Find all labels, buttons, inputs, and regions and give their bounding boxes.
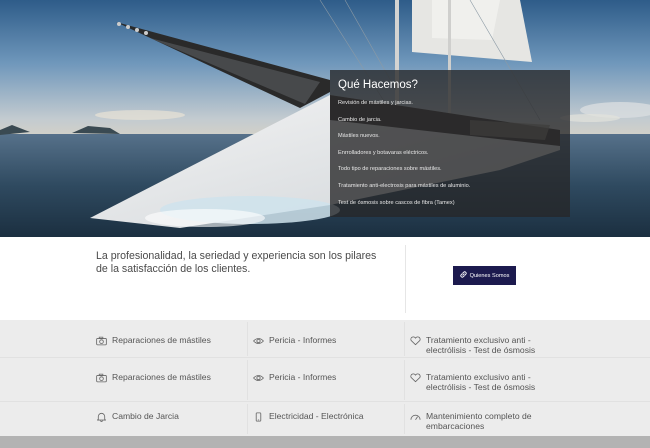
service-label: Reparaciones de mástiles	[112, 372, 211, 382]
bell-icon	[96, 413, 107, 422]
service-item[interactable]: Pericia - Informes	[253, 335, 336, 346]
heart-icon	[410, 336, 421, 346]
service-label: Electricidad - Electrónica	[269, 411, 364, 421]
service-label: Pericia - Informes	[269, 372, 337, 382]
about-us-button[interactable]: Quienes Somos	[453, 266, 516, 285]
what-we-do-panel: Qué Hacemos? Revisión de mástiles y jarc…	[330, 70, 570, 217]
hero-banner: Qué Hacemos? Revisión de mástiles y jarc…	[0, 0, 650, 237]
services-list: Revisión de mástiles y jarcias. Cambio d…	[338, 95, 562, 211]
eye-icon	[253, 375, 264, 381]
service-label: Tratamiento exclusivo anti - electrólisi…	[426, 335, 536, 356]
tagline-text: La profesionalidad, la seriedad y experi…	[96, 250, 377, 275]
services-row: Cambio de Jarcia Electricidad - Electrón…	[0, 402, 650, 438]
service-item[interactable]: Tratamiento exclusivo anti - electrólisi…	[410, 372, 560, 392]
list-item: Cambio de jarcia.	[338, 116, 382, 123]
divider	[247, 404, 248, 434]
list-item: Test de ósmosis sobre cascos de fibra (T…	[338, 199, 455, 206]
divider	[247, 322, 248, 356]
service-item[interactable]: Mantenimiento completo de embarcaciones	[410, 411, 560, 431]
list-item: Revisión de mástiles y jarcias.	[338, 100, 413, 106]
service-label: Pericia - Informes	[269, 335, 337, 345]
camera-icon	[96, 373, 107, 383]
divider	[247, 360, 248, 400]
list-item: Todo tipo de reparaciones sobre mástiles…	[338, 166, 442, 173]
list-item: Enrrolladores y botavaras eléctricos.	[338, 149, 429, 156]
service-item[interactable]: Reparaciones de mástiles	[96, 335, 211, 346]
footer-bar	[0, 436, 650, 448]
services-row: Reparaciones de mástiles Pericia - Infor…	[0, 358, 650, 402]
service-label: Tratamiento exclusivo anti - electrólisi…	[426, 372, 536, 393]
link-icon	[459, 271, 467, 280]
service-label: Reparaciones de mástiles	[112, 335, 211, 345]
service-item[interactable]: Electricidad - Electrónica	[253, 411, 364, 422]
divider	[405, 245, 406, 313]
service-item[interactable]: Pericia - Informes	[253, 372, 336, 383]
camera-icon	[96, 336, 107, 346]
service-item[interactable]: Reparaciones de mástiles	[96, 372, 211, 383]
list-item: Tratamiento anti-electrosis para mástile…	[338, 182, 471, 189]
gauge-icon	[410, 414, 421, 420]
divider	[404, 322, 405, 356]
intro-section: La profesionalidad, la seriedad y experi…	[0, 237, 650, 319]
service-label: Cambio de Jarcia	[112, 411, 179, 421]
mobile-icon	[255, 412, 262, 422]
eye-icon	[253, 338, 264, 344]
divider	[404, 360, 405, 400]
services-row: Reparaciones de mástiles Pericia - Infor…	[0, 320, 650, 358]
heart-icon	[410, 373, 421, 383]
service-item[interactable]: Tratamiento exclusivo anti - electrólisi…	[410, 335, 560, 355]
service-label: Mantenimiento completo de embarcaciones	[426, 411, 532, 432]
about-us-label: Quienes Somos	[469, 272, 510, 279]
panel-title: Qué Hacemos?	[338, 79, 418, 91]
divider	[404, 404, 405, 434]
services-grid: Reparaciones de mástiles Pericia - Infor…	[0, 320, 650, 438]
list-item: Mástiles nuevos.	[338, 133, 380, 140]
service-item[interactable]: Cambio de Jarcia	[96, 411, 179, 422]
